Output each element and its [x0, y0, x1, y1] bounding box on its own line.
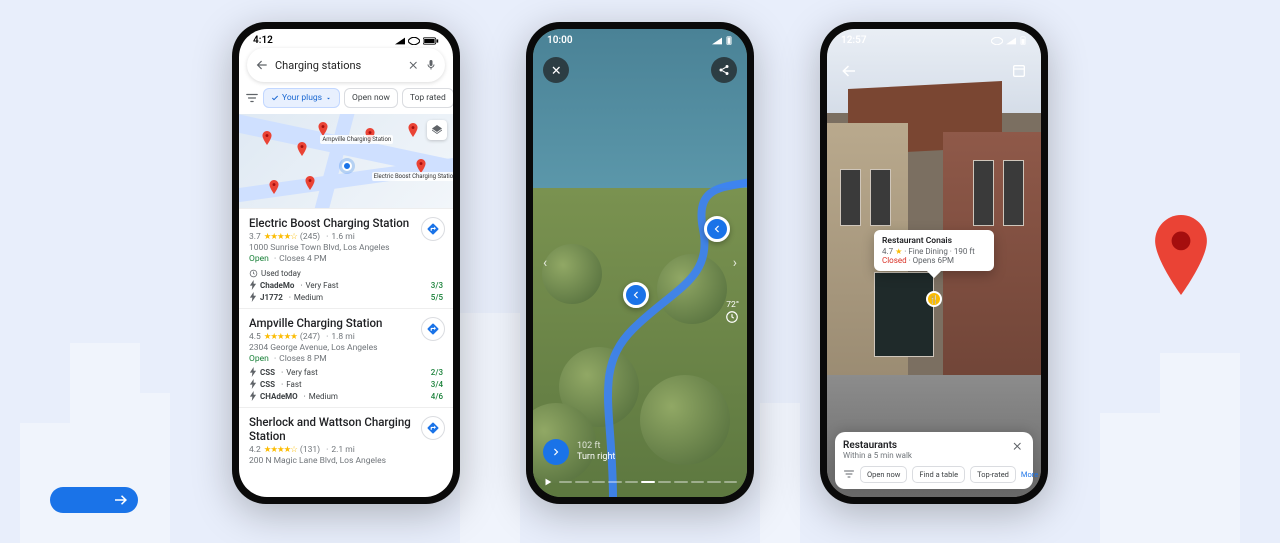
- map-pin-icon[interactable]: [303, 176, 317, 190]
- map-label: Electric Boost Charging Station: [372, 172, 453, 181]
- directions-button[interactable]: [421, 416, 445, 440]
- chip-open-now[interactable]: Open now: [860, 466, 907, 483]
- map-pin-icon[interactable]: [316, 122, 330, 136]
- progress-dots[interactable]: [559, 481, 737, 483]
- direction-card: 102 ft Turn right: [543, 439, 737, 465]
- bottom-sheet: Restaurants Within a 5 min walk Open now…: [835, 432, 1033, 489]
- place-pin-icon[interactable]: 🍴: [926, 291, 942, 307]
- phone-charging-search: 4:12 Charging stations Your plugs: [232, 22, 460, 504]
- close-icon[interactable]: [1011, 440, 1025, 454]
- play-button[interactable]: [543, 477, 553, 487]
- share-button[interactable]: [711, 57, 737, 83]
- result-item[interactable]: Sherlock and Wattson Charging Station 4.…: [239, 407, 453, 473]
- clock: 12:57: [841, 35, 867, 46]
- bolt-icon: [249, 391, 257, 401]
- my-location-dot: [342, 161, 352, 171]
- result-item[interactable]: Ampville Charging Station 4.5 ★★★★★ (247…: [239, 308, 453, 407]
- chip-your-plugs[interactable]: Your plugs: [263, 88, 340, 108]
- bolt-icon: [249, 292, 257, 302]
- next-step-button[interactable]: ›: [733, 255, 737, 271]
- filter-icon[interactable]: [843, 468, 855, 482]
- search-bar[interactable]: Charging stations: [247, 48, 445, 82]
- search-input[interactable]: Charging stations: [275, 59, 401, 72]
- status-bar: 12:57: [827, 29, 1041, 48]
- clock: 4:12: [253, 35, 273, 46]
- map-label: Ampville Charging Station: [320, 135, 393, 144]
- sheet-subtitle: Within a 5 min walk: [843, 451, 1025, 460]
- prev-step-button[interactable]: ‹: [543, 255, 547, 271]
- stars-icon: ★★★★★: [264, 332, 297, 342]
- status-icons: [395, 37, 439, 45]
- directions-button[interactable]: [421, 217, 445, 241]
- map-pin-icon[interactable]: [406, 123, 420, 137]
- clock-icon: [249, 269, 258, 278]
- directions-button[interactable]: [421, 317, 445, 341]
- result-item[interactable]: Electric Boost Charging Station 3.7 ★★★★…: [239, 208, 453, 308]
- back-icon[interactable]: [255, 58, 269, 72]
- filter-icon[interactable]: [245, 91, 259, 105]
- result-title: Ampville Charging Station: [249, 316, 443, 330]
- close-button[interactable]: [543, 57, 569, 83]
- bolt-icon: [249, 280, 257, 290]
- nav-turn-marker: [623, 282, 649, 308]
- map-view[interactable]: Ampville Charging Station Electric Boost…: [239, 114, 453, 208]
- bolt-icon: [249, 379, 257, 389]
- back-button[interactable]: [837, 59, 861, 83]
- mic-icon[interactable]: [425, 59, 437, 71]
- map-pin-icon[interactable]: [267, 180, 281, 194]
- more-filters-link[interactable]: More: [1021, 470, 1038, 479]
- time-icon: [725, 310, 739, 324]
- aerial-view[interactable]: [533, 29, 747, 497]
- place-tooltip[interactable]: Restaurant Conais 4.7 ★ · Fine Dining · …: [874, 230, 994, 271]
- sheet-title: Restaurants: [843, 440, 1025, 451]
- map-pin-icon[interactable]: [295, 142, 309, 156]
- map-pin-icon[interactable]: [260, 131, 274, 145]
- clear-icon[interactable]: [407, 59, 419, 71]
- phone-immersive-nav: 10:00 72° ‹ ›: [526, 22, 754, 504]
- chip-top-rated[interactable]: Top rated: [402, 88, 453, 108]
- result-title: Sherlock and Wattson Charging Station: [249, 415, 443, 443]
- stars-icon: ★★★★☆: [264, 445, 297, 455]
- turn-right-icon: [543, 439, 569, 465]
- chip-top-rated[interactable]: Top-rated: [970, 466, 1016, 483]
- status-icons: [712, 36, 733, 46]
- status-bar: 4:12: [239, 29, 453, 48]
- chip-find-table[interactable]: Find a table: [912, 466, 965, 483]
- nav-turn-marker: [704, 216, 730, 242]
- map-pin-icon[interactable]: [414, 159, 428, 173]
- weather-widget[interactable]: 72°: [725, 300, 739, 324]
- result-title: Electric Boost Charging Station: [249, 216, 443, 230]
- clock: 10:00: [547, 35, 573, 46]
- layers-button[interactable]: [427, 120, 447, 140]
- map-toggle-button[interactable]: [1007, 59, 1031, 83]
- stars-icon: ★★★★☆: [264, 232, 297, 242]
- status-bar: 10:00: [533, 29, 747, 48]
- status-icons: [991, 36, 1027, 46]
- bolt-icon: [249, 367, 257, 377]
- phone-ar-street: 12:57 Restaurant Conais 4.7 ★ · Fine Din…: [820, 22, 1048, 504]
- chip-open-now[interactable]: Open now: [344, 88, 398, 108]
